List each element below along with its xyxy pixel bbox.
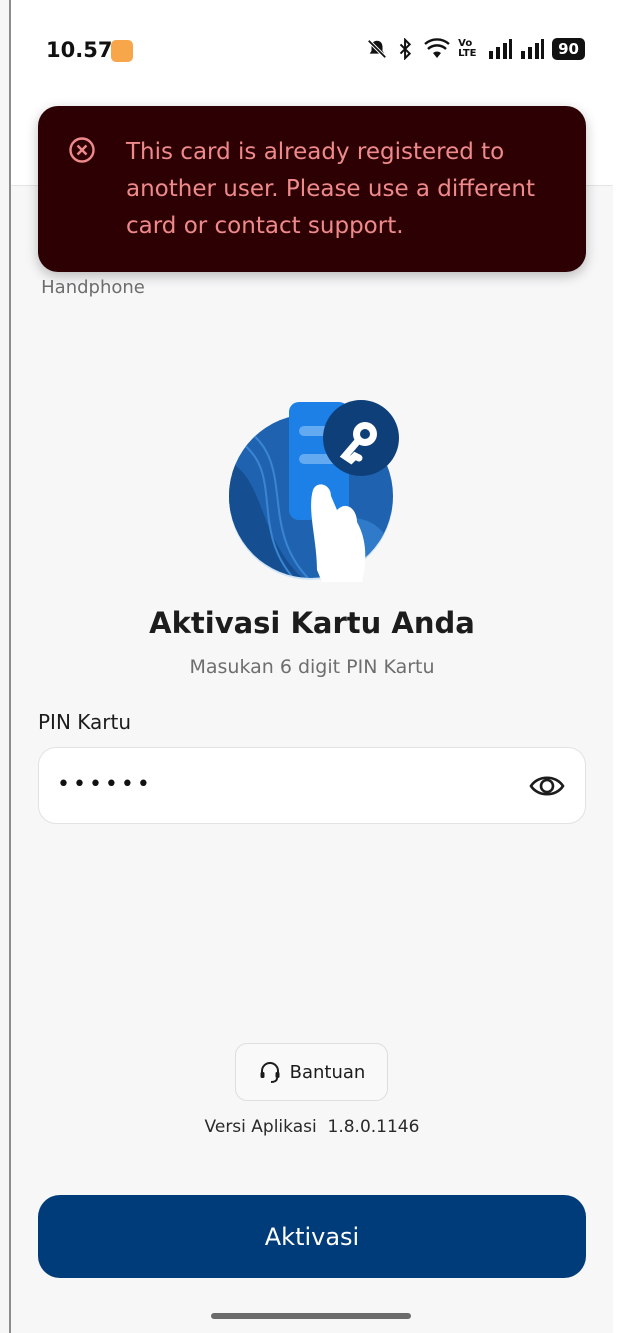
status-bar: 10.57 Vo LTE 90	[11, 0, 613, 100]
notification-app-icon	[111, 40, 133, 62]
bluetooth-icon	[399, 38, 412, 60]
screen-edge-right	[613, 0, 624, 1333]
page-subtitle: Masukan 6 digit PIN Kartu	[189, 656, 435, 678]
help-button[interactable]: Bantuan	[235, 1043, 388, 1101]
signal-icon	[521, 39, 545, 59]
pin-label: PIN Kartu	[38, 710, 132, 734]
error-circle-icon	[69, 137, 95, 163]
volte-icon: Vo LTE	[458, 38, 477, 59]
card-key-illustration	[229, 400, 399, 582]
battery-indicator: 90	[552, 38, 585, 60]
help-label: Bantuan	[289, 1061, 366, 1083]
app-version: Versi Aplikasi 1.8.0.1146	[204, 1117, 420, 1137]
activate-button[interactable]: Aktivasi	[38, 1195, 586, 1278]
status-time: 10.57	[46, 38, 113, 62]
app-screen: 10.57 Vo LTE 90 Handphone This card is a…	[11, 0, 613, 1333]
wifi-icon	[424, 38, 450, 58]
pin-value: ••••••	[57, 772, 153, 797]
headset-icon	[260, 1062, 280, 1083]
screen-edge-left	[0, 0, 11, 1333]
eye-icon[interactable]	[529, 770, 565, 802]
pin-input[interactable]: ••••••	[38, 747, 586, 824]
error-toast[interactable]: This card is already registered to anoth…	[38, 106, 586, 272]
home-indicator[interactable]	[211, 1313, 411, 1319]
page-title: Aktivasi Kartu Anda	[149, 606, 475, 640]
signal-icon	[489, 39, 513, 59]
mute-icon	[367, 39, 387, 59]
status-icons: Vo LTE 90	[366, 38, 585, 60]
toast-message: This card is already registered to anoth…	[126, 139, 535, 239]
